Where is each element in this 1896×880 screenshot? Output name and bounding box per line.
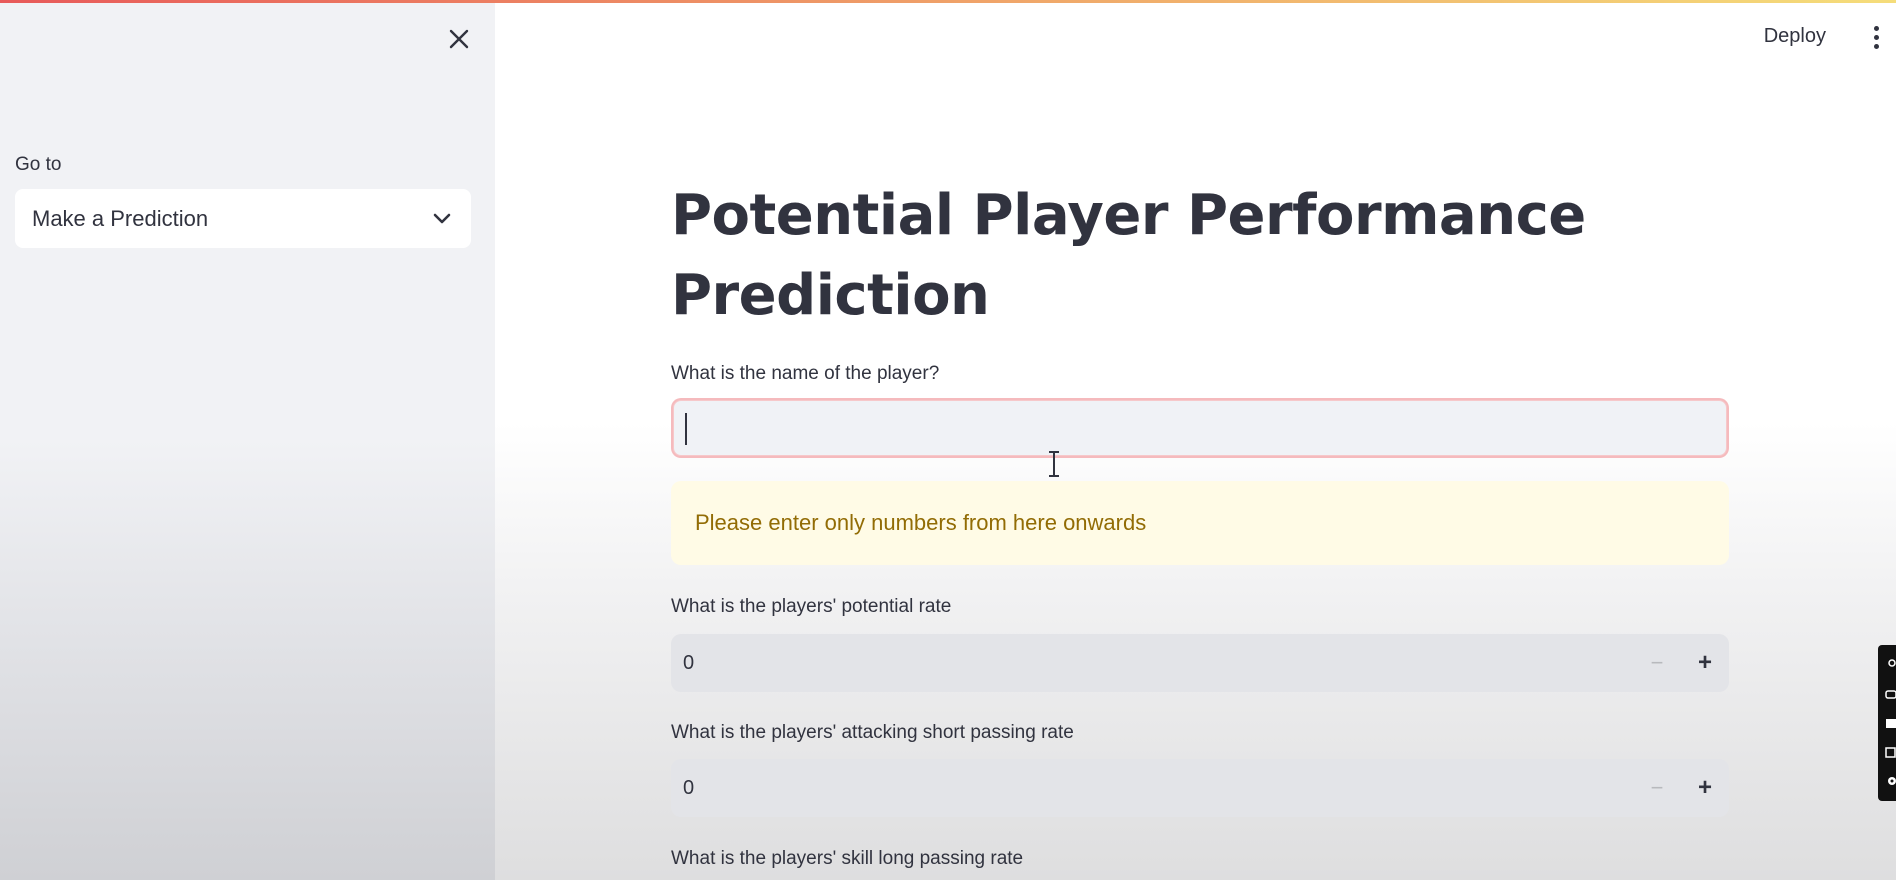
- potential-rate-increment-button[interactable]: +: [1681, 634, 1729, 692]
- warning-message: Please enter only numbers from here onwa…: [695, 510, 1147, 535]
- short-passing-label: What is the players' attacking short pas…: [671, 722, 1074, 743]
- chevron-down-icon: [433, 213, 451, 223]
- page-select-value: Make a Prediction: [32, 205, 209, 231]
- page-title: Potential Player Performance Prediction: [671, 183, 1586, 328]
- player-name-label: What is the name of the player?: [671, 363, 940, 384]
- short-passing-decrement-button[interactable]: −: [1633, 759, 1681, 817]
- potential-rate-decrement-button[interactable]: −: [1633, 634, 1681, 692]
- top-decoration-stripe: [0, 0, 1896, 3]
- potential-rate-label: What is the players' potential rate: [671, 596, 952, 617]
- pen-icon[interactable]: [1884, 658, 1896, 672]
- square-icon[interactable]: [1884, 716, 1896, 730]
- kebab-menu-icon: [1873, 25, 1879, 31]
- camera-icon[interactable]: [1884, 687, 1896, 701]
- nav-select-label: Go to: [15, 154, 62, 175]
- warning-alert: Please enter only numbers from here onwa…: [671, 481, 1729, 565]
- copy-icon[interactable]: [1884, 745, 1896, 759]
- short-passing-input[interactable]: 0 − +: [671, 759, 1729, 817]
- gear-icon[interactable]: [1884, 774, 1896, 788]
- potential-rate-value[interactable]: 0: [671, 652, 1633, 675]
- potential-rate-input[interactable]: 0 − +: [671, 634, 1729, 692]
- form-container: Potential Player Performance Prediction …: [671, 176, 1729, 869]
- player-name-input[interactable]: [671, 398, 1729, 458]
- screen-recorder-toolbar[interactable]: [1878, 645, 1896, 801]
- sidebar: Go to Make a Prediction: [0, 0, 495, 880]
- close-sidebar-button[interactable]: [444, 24, 474, 54]
- plus-icon: +: [1697, 649, 1712, 676]
- main-menu-button[interactable]: [1864, 22, 1888, 52]
- long-passing-label: What is the players' skill long passing …: [671, 848, 1024, 869]
- close-icon: [449, 29, 469, 49]
- minus-icon: −: [1650, 775, 1664, 800]
- app-header: Deploy: [495, 0, 1896, 70]
- minus-icon: −: [1650, 650, 1664, 675]
- short-passing-increment-button[interactable]: +: [1681, 759, 1729, 817]
- page-select[interactable]: Make a Prediction: [15, 189, 471, 248]
- text-cursor-icon: [1049, 451, 1059, 477]
- short-passing-value[interactable]: 0: [671, 777, 1633, 800]
- deploy-button[interactable]: Deploy: [1764, 20, 1826, 52]
- plus-icon: +: [1697, 774, 1712, 801]
- main-content: Deploy Potential Player Performance Pred…: [495, 0, 1896, 880]
- text-caret: [685, 413, 687, 445]
